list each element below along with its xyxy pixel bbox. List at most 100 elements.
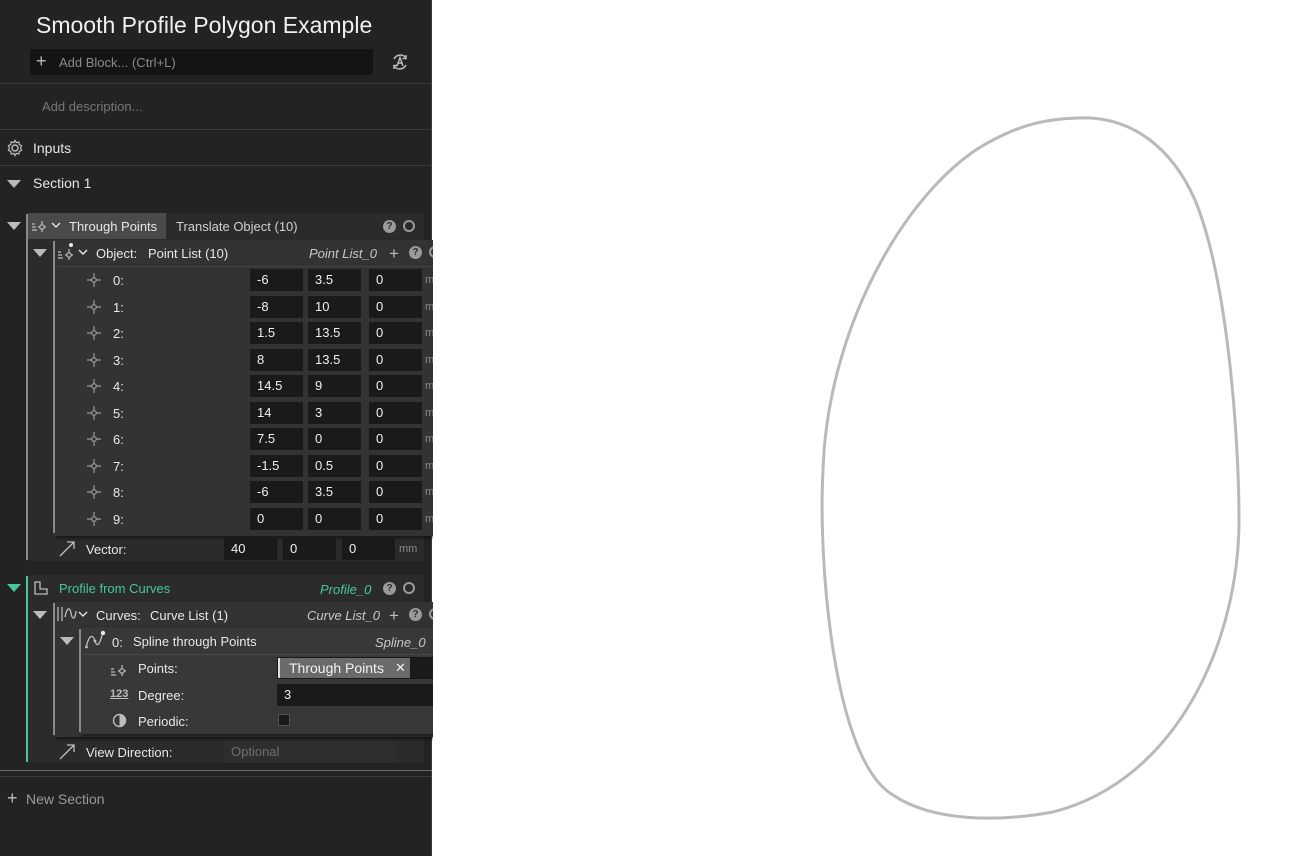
point-x-input[interactable]: 1.5 bbox=[250, 322, 303, 344]
point-y-input[interactable]: 9 bbox=[308, 375, 361, 397]
point-y-input[interactable]: 0 bbox=[308, 508, 361, 530]
new-section-button[interactable]: New Section bbox=[26, 791, 105, 807]
through-points-collapse-toggle[interactable] bbox=[7, 222, 21, 230]
add-point-icon[interactable]: + bbox=[389, 245, 399, 262]
point-icon bbox=[86, 299, 102, 315]
point-z-input[interactable]: 0 bbox=[369, 481, 422, 503]
point-z-input[interactable]: 0 bbox=[369, 322, 422, 344]
point-z-input[interactable]: 0 bbox=[369, 349, 422, 371]
point-y-input[interactable]: 10 bbox=[308, 296, 361, 318]
point-icon bbox=[86, 352, 102, 368]
plus-icon: + bbox=[7, 788, 18, 808]
spline-icon bbox=[84, 630, 106, 650]
curve-list-icon bbox=[57, 605, 77, 623]
curves-alias[interactable]: Curve List_0 bbox=[307, 608, 380, 623]
point-index-label: 9: bbox=[113, 512, 124, 527]
point-z-input[interactable]: 0 bbox=[369, 269, 422, 291]
spline-alias[interactable]: Spline_0 bbox=[375, 635, 426, 650]
spline-collapse-toggle[interactable] bbox=[60, 637, 74, 645]
point-y-input[interactable]: 0.5 bbox=[308, 455, 361, 477]
point-set-icon bbox=[31, 217, 47, 233]
point-x-input[interactable]: 14.5 bbox=[250, 375, 303, 397]
point-z-input[interactable]: 0 bbox=[369, 296, 422, 318]
point-index-label: 6: bbox=[113, 432, 124, 447]
profile-collapse-toggle[interactable] bbox=[7, 584, 21, 592]
point-z-input[interactable]: 0 bbox=[369, 375, 422, 397]
visibility-toggle-icon[interactable] bbox=[403, 220, 415, 232]
numeric-123-icon: 123 bbox=[110, 688, 129, 700]
object-label: Object: bbox=[96, 246, 138, 261]
half-circle-icon bbox=[112, 713, 127, 728]
vector-y-input[interactable]: 0 bbox=[283, 538, 336, 560]
chevron-down-icon[interactable] bbox=[51, 221, 61, 229]
3d-viewport[interactable] bbox=[433, 0, 1303, 856]
points-chip-label: Through Points bbox=[289, 660, 384, 676]
point-x-input[interactable]: 0 bbox=[250, 508, 303, 530]
points-chip[interactable]: Through Points bbox=[278, 658, 410, 678]
profile-title[interactable]: Profile from Curves bbox=[59, 581, 170, 596]
curves-value[interactable]: Curve List (1) bbox=[150, 608, 228, 623]
point-y-input[interactable]: 3.5 bbox=[308, 269, 361, 291]
point-y-input[interactable]: 3 bbox=[308, 402, 361, 424]
object-alias[interactable]: Point List_0 bbox=[309, 246, 377, 261]
point-index-label: 2: bbox=[113, 326, 124, 341]
through-points-tab-label: Through Points bbox=[69, 219, 158, 234]
section-title[interactable]: Section 1 bbox=[33, 175, 91, 191]
help-icon[interactable]: ? bbox=[383, 582, 396, 595]
help-icon[interactable]: ? bbox=[409, 246, 422, 259]
point-y-input[interactable]: 13.5 bbox=[308, 322, 361, 344]
point-y-input[interactable]: 0 bbox=[308, 428, 361, 450]
point-icon bbox=[86, 458, 102, 474]
inputs-label[interactable]: Inputs bbox=[33, 140, 71, 156]
point-y-input[interactable]: 13.5 bbox=[308, 349, 361, 371]
periodic-label: Periodic: bbox=[138, 714, 189, 729]
chevron-down-icon[interactable] bbox=[78, 610, 88, 618]
object-value[interactable]: Point List (10) bbox=[148, 246, 228, 261]
point-z-input[interactable]: 0 bbox=[369, 455, 422, 477]
help-icon[interactable]: ? bbox=[383, 220, 396, 233]
points-label: Points: bbox=[138, 661, 178, 676]
point-index-label: 1: bbox=[113, 300, 124, 315]
point-icon bbox=[86, 272, 102, 288]
vector-arrow-icon bbox=[58, 540, 76, 558]
point-icon bbox=[86, 484, 102, 500]
profile-curve-canvas[interactable] bbox=[433, 0, 1303, 856]
point-icon bbox=[86, 378, 102, 394]
section-collapse-toggle[interactable] bbox=[7, 180, 21, 188]
point-x-input[interactable]: -6 bbox=[250, 481, 303, 503]
help-icon[interactable]: ? bbox=[409, 608, 422, 621]
point-index-label: 3: bbox=[113, 353, 124, 368]
point-x-input[interactable]: 8 bbox=[250, 349, 303, 371]
point-x-input[interactable]: -1.5 bbox=[250, 455, 303, 477]
point-y-input[interactable]: 3.5 bbox=[308, 481, 361, 503]
point-z-input[interactable]: 0 bbox=[369, 508, 422, 530]
auto-recompute-icon[interactable] bbox=[390, 52, 410, 72]
plus-icon: + bbox=[36, 51, 47, 71]
point-x-input[interactable]: -6 bbox=[250, 269, 303, 291]
curve-list-collapse-toggle[interactable] bbox=[33, 611, 47, 619]
view-direction-label: View Direction: bbox=[86, 745, 173, 760]
point-list-collapse-toggle[interactable] bbox=[33, 249, 47, 257]
point-index-label: 0: bbox=[113, 273, 124, 288]
chevron-down-icon[interactable] bbox=[78, 248, 88, 256]
spline-title[interactable]: Spline through Points bbox=[133, 634, 257, 649]
view-direction-input[interactable]: Optional bbox=[224, 741, 395, 763]
point-z-input[interactable]: 0 bbox=[369, 402, 422, 424]
vector-z-input[interactable]: 0 bbox=[342, 538, 395, 560]
periodic-checkbox[interactable] bbox=[278, 714, 290, 726]
add-curve-icon[interactable]: + bbox=[389, 607, 399, 624]
translate-object-label[interactable]: Translate Object (10) bbox=[176, 219, 298, 234]
description-input[interactable]: Add description... bbox=[42, 99, 142, 114]
point-icon bbox=[86, 325, 102, 341]
point-z-input[interactable]: 0 bbox=[369, 428, 422, 450]
close-icon[interactable]: ✕ bbox=[395, 660, 406, 676]
add-block-input[interactable]: + Add Block... (Ctrl+L) bbox=[30, 49, 373, 75]
vector-x-input[interactable]: 40 bbox=[224, 538, 277, 560]
profile-icon bbox=[33, 580, 49, 596]
degree-input[interactable]: 3 bbox=[277, 684, 448, 706]
point-x-input[interactable]: 14 bbox=[250, 402, 303, 424]
point-x-input[interactable]: -8 bbox=[250, 296, 303, 318]
profile-alias[interactable]: Profile_0 bbox=[320, 582, 371, 597]
visibility-toggle-icon[interactable] bbox=[403, 582, 415, 594]
point-x-input[interactable]: 7.5 bbox=[250, 428, 303, 450]
